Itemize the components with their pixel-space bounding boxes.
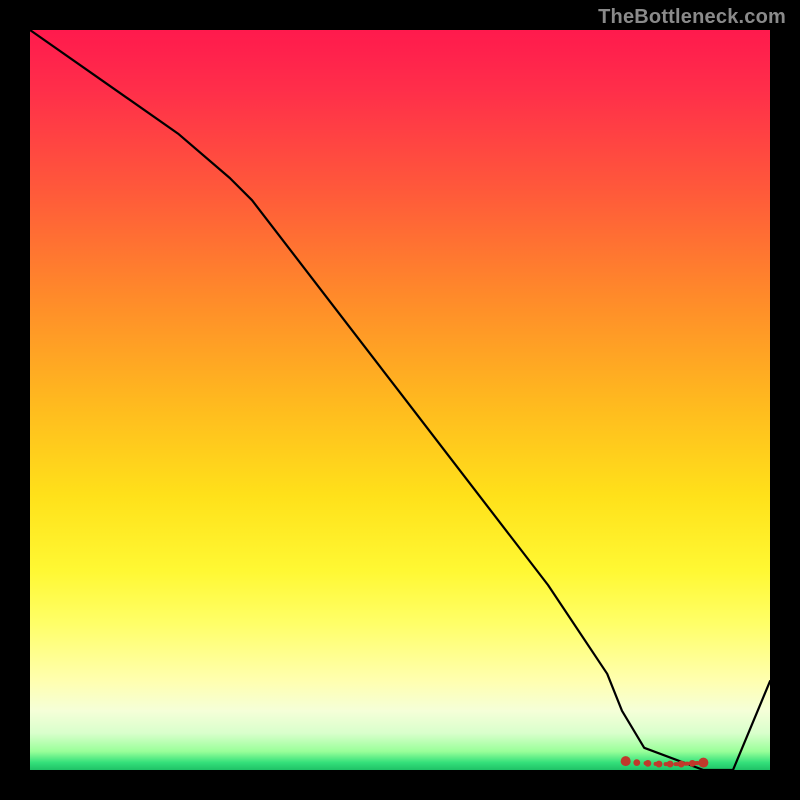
marker-dot <box>621 756 631 766</box>
marker-dot <box>656 761 663 768</box>
chart-overlay <box>30 30 770 770</box>
marker-dot <box>698 758 708 768</box>
marker-dot <box>689 760 696 767</box>
marker-dot <box>633 759 640 766</box>
curve-line <box>30 30 770 770</box>
marker-dot <box>678 761 685 768</box>
marker-dot <box>667 761 674 768</box>
chart-canvas: TheBottleneck.com <box>0 0 800 800</box>
marker-dot <box>645 760 652 767</box>
watermark-text: TheBottleneck.com <box>598 6 786 29</box>
